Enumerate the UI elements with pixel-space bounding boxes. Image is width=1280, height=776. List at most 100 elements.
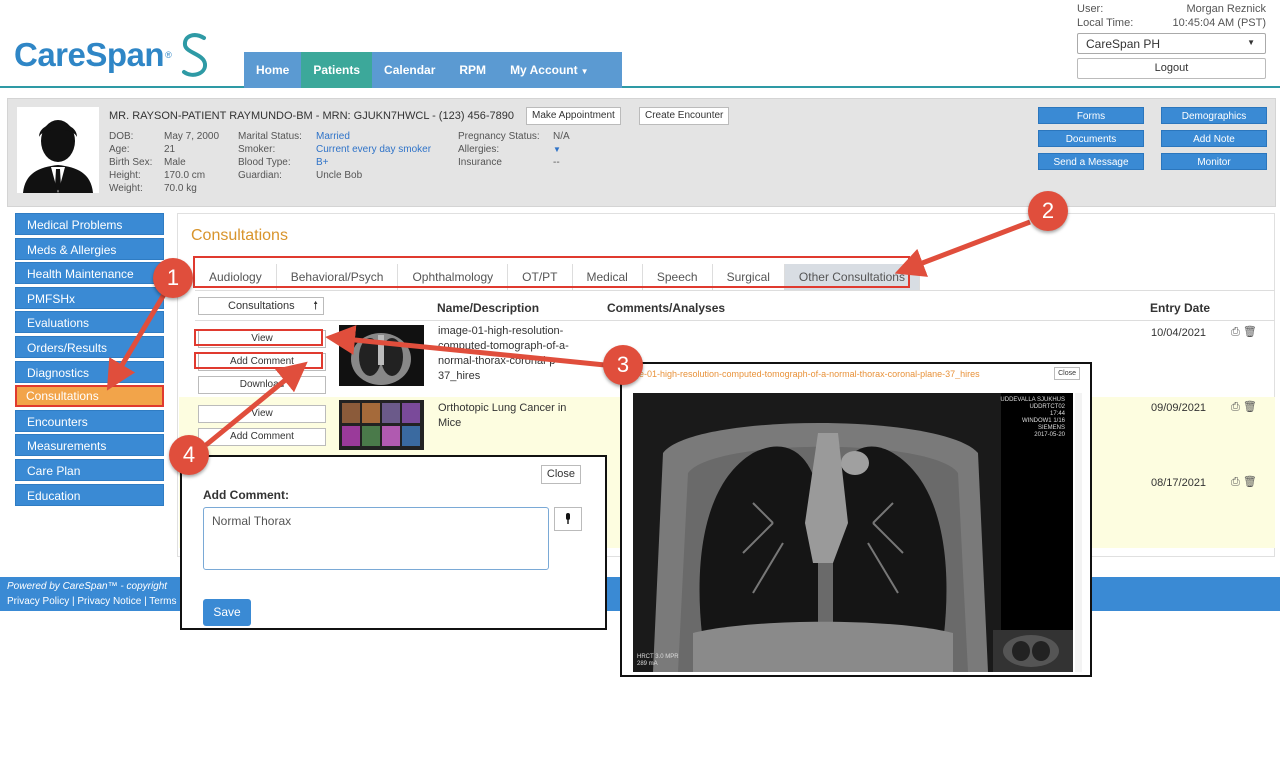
insurance-value: -- [553, 157, 560, 168]
dob-label: DOB: [109, 131, 134, 142]
add-comment-label: Add Comment: [203, 488, 289, 502]
weight-label: Weight: [109, 183, 143, 194]
callout-2: 2 [1028, 191, 1068, 231]
carespan-s-icon [181, 33, 207, 77]
brand-trademark: ® [165, 50, 172, 60]
social-labels: Marital Status: Smoker: Blood Type: Guar… [238, 130, 316, 182]
scan-overlay-params: HRCT 3.0 MPR 289 mA [637, 654, 679, 668]
social-values: Married Current every day smoker B+ Uncl… [316, 130, 456, 182]
age-label: Age: [109, 144, 130, 155]
patient-avatar [17, 107, 99, 193]
marital-status-value[interactable]: Married [316, 130, 456, 143]
viewer-scrollbar[interactable] [1075, 393, 1082, 672]
marital-status-label: Marital Status: [238, 131, 302, 142]
column-name-description[interactable]: Name/Description [437, 301, 539, 315]
allergies-toggle[interactable]: ▼ [553, 143, 593, 156]
callout-3: 3 [603, 345, 643, 385]
microphone-icon [566, 513, 570, 524]
nav-my-account-label: My Account [510, 63, 578, 77]
forms-button[interactable]: Forms [1038, 107, 1144, 124]
comment-textarea[interactable]: Normal Thorax [203, 507, 549, 570]
blood-type-value[interactable]: B+ [316, 156, 456, 169]
row-icons: ⎙ 🗑 [1231, 475, 1257, 489]
row-icons: ⎙ 🗑 [1231, 400, 1257, 414]
make-appointment-button[interactable]: Make Appointment [526, 107, 621, 125]
sidebar-item-evaluations[interactable]: Evaluations [15, 311, 164, 334]
footer-links[interactable]: Privacy Policy | Privacy Notice | Terms [7, 596, 177, 607]
sidebar-item-medical-problems[interactable]: Medical Problems [15, 213, 164, 235]
save-button[interactable]: Save [203, 599, 251, 626]
user-info: User: Morgan Reznick Local Time: 10:45:04 … [1077, 3, 1266, 31]
sort-label: Consultations [228, 300, 295, 312]
dob-value: May 7, 2000 [164, 131, 220, 142]
overlay-line: WINDOW1 1/16 [1021, 418, 1065, 424]
caret-down-icon: ▼ [553, 145, 561, 154]
column-entry-date[interactable]: Entry Date [1150, 301, 1210, 315]
pregnancy-status-label: Pregnancy Status: [458, 131, 540, 142]
viewer-close-button[interactable]: Close [1054, 367, 1080, 380]
monitor-button[interactable]: Monitor [1161, 153, 1267, 170]
sidebar-item-encounters[interactable]: Encounters [15, 409, 164, 432]
scan-overlay-info: UDDEVALLA SJUKHUS UDDRTCT02 17:44 WINDOW… [1000, 397, 1065, 439]
logout-button[interactable]: Logout [1077, 58, 1266, 79]
sidebar-item-measurements[interactable]: Measurements [15, 434, 164, 457]
sidebar-item-health-maintenance[interactable]: Health Maintenance [15, 262, 164, 285]
nav-rpm[interactable]: RPM [447, 52, 498, 88]
brand-name: CareSpan [14, 36, 165, 73]
birth-sex-value: Male [164, 157, 186, 168]
sort-dropdown[interactable]: Consultations 🠕 [198, 297, 324, 315]
chevron-down-icon: ▼ [580, 67, 589, 76]
row-description: image-01-high-resolution-computed-tomogr… [438, 325, 569, 382]
carespan-logo[interactable]: CareSpan ® [14, 30, 210, 80]
entry-date: 09/09/2021 [1151, 402, 1207, 414]
column-comments-analyses[interactable]: Comments/Analyses [607, 301, 725, 315]
row-icons: ⎙ 🗑 [1231, 325, 1257, 339]
add-comment-highlight [194, 352, 323, 369]
chevron-down-icon: ▼ [1247, 38, 1255, 47]
sidebar-item-care-plan[interactable]: Care Plan [15, 458, 164, 481]
user-name: Morgan Reznick [1186, 3, 1266, 15]
nav-my-account[interactable]: My Account ▼ [498, 52, 600, 88]
documents-button[interactable]: Documents [1038, 130, 1144, 147]
sidebar-item-education[interactable]: Education [15, 483, 164, 506]
ct-thumbnail[interactable] [339, 325, 424, 386]
print-icon[interactable]: ⎙ [1231, 476, 1240, 488]
demographics-button[interactable]: Demographics [1161, 107, 1267, 124]
patient-name-line: MR. RAYSON-PATIENT RAYMUNDO-BM - MRN: GJ… [109, 110, 515, 122]
trash-icon[interactable]: 🗑 [1243, 401, 1257, 413]
create-encounter-button[interactable]: Create Encounter [639, 107, 730, 125]
ct-image[interactable]: UDDEVALLA SJUKHUS UDDRTCT02 17:44 WINDOW… [633, 393, 1073, 672]
blood-type-label: Blood Type: [238, 157, 291, 168]
chart-sidebar: Medical Problems Meds & Allergies Health… [15, 213, 164, 508]
dictation-button[interactable] [554, 507, 582, 531]
org-select[interactable]: CareSpan PH ▼ [1077, 33, 1266, 54]
send-message-button[interactable]: Send a Message [1038, 153, 1144, 170]
add-comment-button[interactable]: Add Comment [198, 428, 326, 446]
app-header: CareSpan ® Home Patients Calendar RPM My… [0, 0, 1280, 88]
download-button[interactable]: Download [198, 376, 326, 394]
sidebar-item-orders-results[interactable]: Orders/Results [15, 335, 164, 358]
sidebar-item-consultations[interactable]: Consultations [15, 385, 164, 408]
age-value: 21 [164, 144, 176, 155]
sidebar-item-pmfshx[interactable]: PMFSHx [15, 286, 164, 309]
overlay-line: UDDEVALLA SJUKHUS [1000, 397, 1065, 403]
close-button[interactable]: Close [540, 465, 581, 484]
nav-home[interactable]: Home [244, 52, 301, 88]
smoker-value[interactable]: Current every day smoker [316, 143, 456, 156]
mri-thumbnail[interactable] [339, 400, 424, 450]
print-icon[interactable]: ⎙ [1231, 401, 1240, 413]
print-icon[interactable]: ⎙ [1231, 326, 1240, 338]
sidebar-item-meds-allergies[interactable]: Meds & Allergies [15, 237, 164, 260]
nav-patients[interactable]: Patients [301, 52, 373, 88]
view-button[interactable]: View [198, 405, 326, 423]
trash-icon[interactable]: 🗑 [1243, 476, 1257, 488]
sidebar-item-diagnostics[interactable]: Diagnostics [15, 360, 164, 383]
guardian-value: Uncle Bob [316, 170, 363, 181]
add-note-button[interactable]: Add Note [1161, 130, 1267, 147]
guardian-label: Guardian: [238, 170, 282, 181]
nav-calendar[interactable]: Calendar [372, 52, 447, 88]
pregnancy-status-value: N/A [553, 131, 570, 142]
trash-icon[interactable]: 🗑 [1243, 326, 1257, 338]
header-divider [195, 320, 1275, 321]
powered-by: Powered by CareSpan™ - copyright [7, 581, 168, 592]
